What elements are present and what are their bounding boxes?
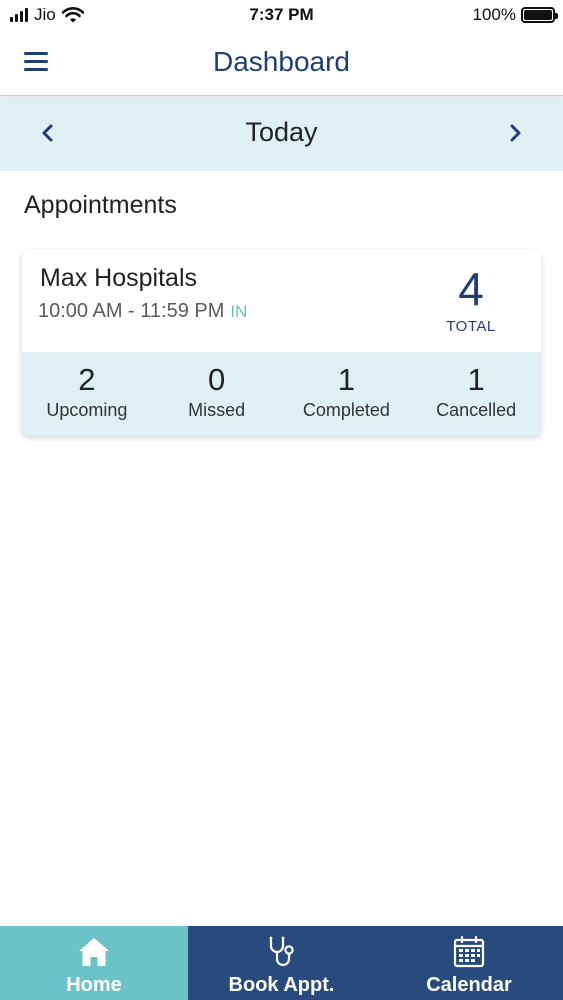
section-title: Appointments [24, 191, 177, 219]
stethoscope-icon [269, 936, 294, 967]
stat-label: Missed [188, 400, 246, 420]
tab-label: Home [66, 974, 122, 996]
battery-percent: 100% [472, 5, 516, 24]
card-header: Max Hospitals 10:00 AM - 11:59 PM IN 4 TO… [22, 250, 541, 352]
time-range: 10:00 AM - 11:59 PM IN [38, 300, 247, 323]
status-badge: IN [230, 302, 248, 321]
total-label: TOTAL [446, 318, 496, 335]
stat-label: Completed [302, 400, 390, 420]
stat-upcoming[interactable]: 2 Upcoming [22, 352, 152, 436]
status-bar-right: 100% [472, 5, 558, 25]
page-title: Dashboard [213, 46, 350, 77]
calendar-icon [453, 935, 485, 968]
tab-book-appt[interactable]: Book Appt. [188, 926, 375, 1000]
stat-value: 0 [208, 362, 226, 397]
stat-label: Cancelled [436, 400, 517, 420]
status-bar: Jio 7:37 PM 100% [0, 0, 563, 32]
date-navigator: Today [0, 97, 563, 171]
chevron-right-icon[interactable] [499, 117, 529, 149]
home-icon [79, 938, 109, 966]
date-label: Today [245, 117, 318, 147]
tab-label: Book Appt. [228, 974, 335, 996]
time-range-text: 10:00 AM - 11:59 PM [38, 300, 225, 322]
stats-row: 2 Upcoming 0 Missed 1 Completed 1 Cancel… [22, 352, 541, 436]
bottom-tab-bar: Home Book Appt. Calendar [0, 926, 563, 1000]
battery-icon [521, 7, 558, 23]
stat-completed[interactable]: 1 Completed [282, 352, 412, 436]
tab-calendar[interactable]: Calendar [375, 926, 563, 1000]
tab-home[interactable]: Home [0, 926, 188, 1000]
hospital-name: Max Hospitals [40, 264, 197, 292]
stat-value: 2 [78, 362, 96, 397]
stat-missed[interactable]: 0 Missed [152, 352, 282, 436]
stat-label: Upcoming [46, 400, 128, 420]
app-header: Dashboard [0, 32, 563, 96]
appointment-card[interactable]: Max Hospitals 10:00 AM - 11:59 PM IN 4 TO… [22, 250, 541, 436]
stat-cancelled[interactable]: 1 Cancelled [411, 352, 541, 436]
stat-value: 1 [467, 362, 485, 397]
tab-label: Calendar [426, 974, 512, 996]
stat-value: 1 [337, 362, 355, 397]
total-count: 4 [458, 263, 484, 315]
